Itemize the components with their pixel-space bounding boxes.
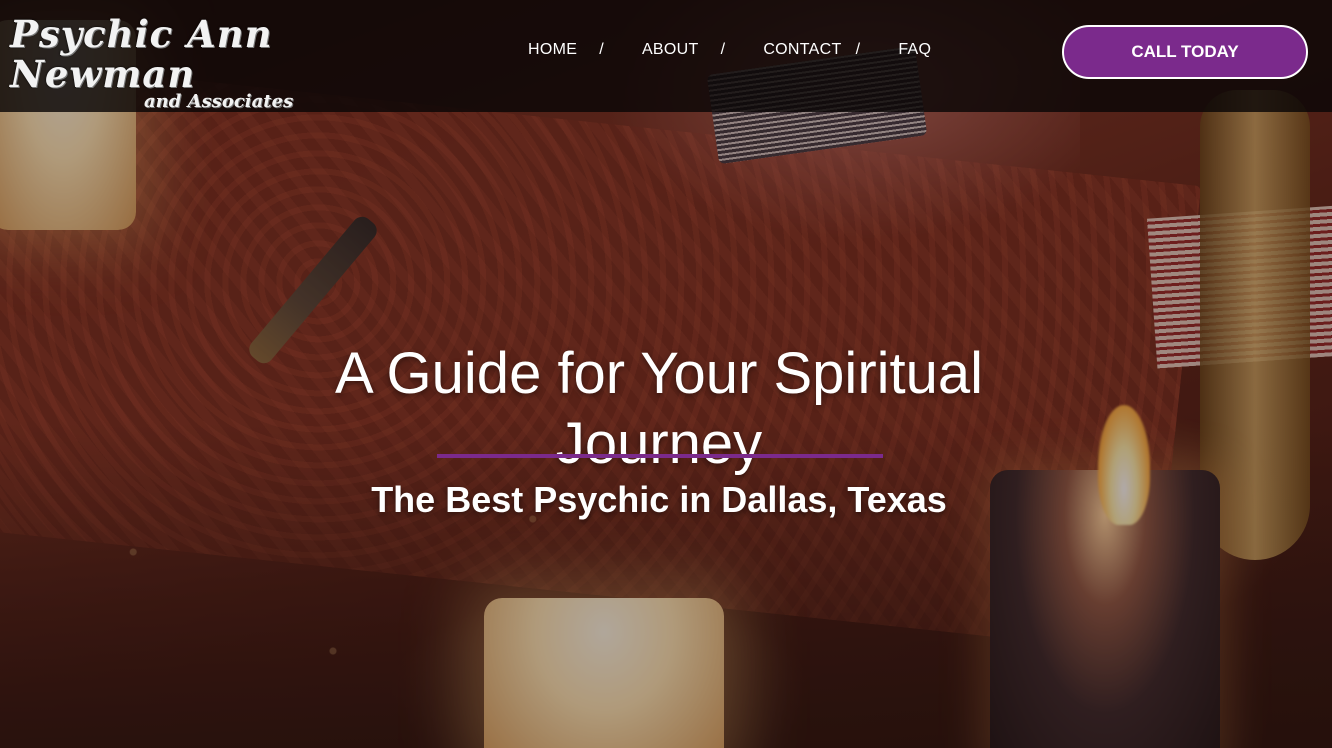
nav-about[interactable]: ABOUT bbox=[642, 41, 699, 59]
site-header: Psychic Ann Newman and Associates HOME /… bbox=[0, 0, 1332, 112]
logo-title: Psychic Ann Newman bbox=[10, 12, 273, 96]
call-today-button[interactable]: CALL TODAY bbox=[1062, 25, 1308, 79]
nav-faq[interactable]: FAQ bbox=[898, 41, 931, 59]
nav-contact[interactable]: CONTACT bbox=[763, 41, 841, 59]
nav-separator: / bbox=[855, 41, 861, 58]
headline-divider bbox=[437, 454, 883, 458]
site-logo[interactable]: Psychic Ann Newman and Associates bbox=[10, 14, 440, 112]
nav-home[interactable]: HOME bbox=[528, 41, 577, 59]
hero-subheadline: The Best Psychic in Dallas, Texas bbox=[371, 479, 947, 520]
main-nav: HOME / ABOUT / CONTACT / FAQ bbox=[528, 38, 931, 62]
nav-separator: / bbox=[599, 41, 604, 58]
nav-separator: / bbox=[720, 41, 726, 58]
logo-subtitle: and Associates bbox=[144, 91, 294, 112]
